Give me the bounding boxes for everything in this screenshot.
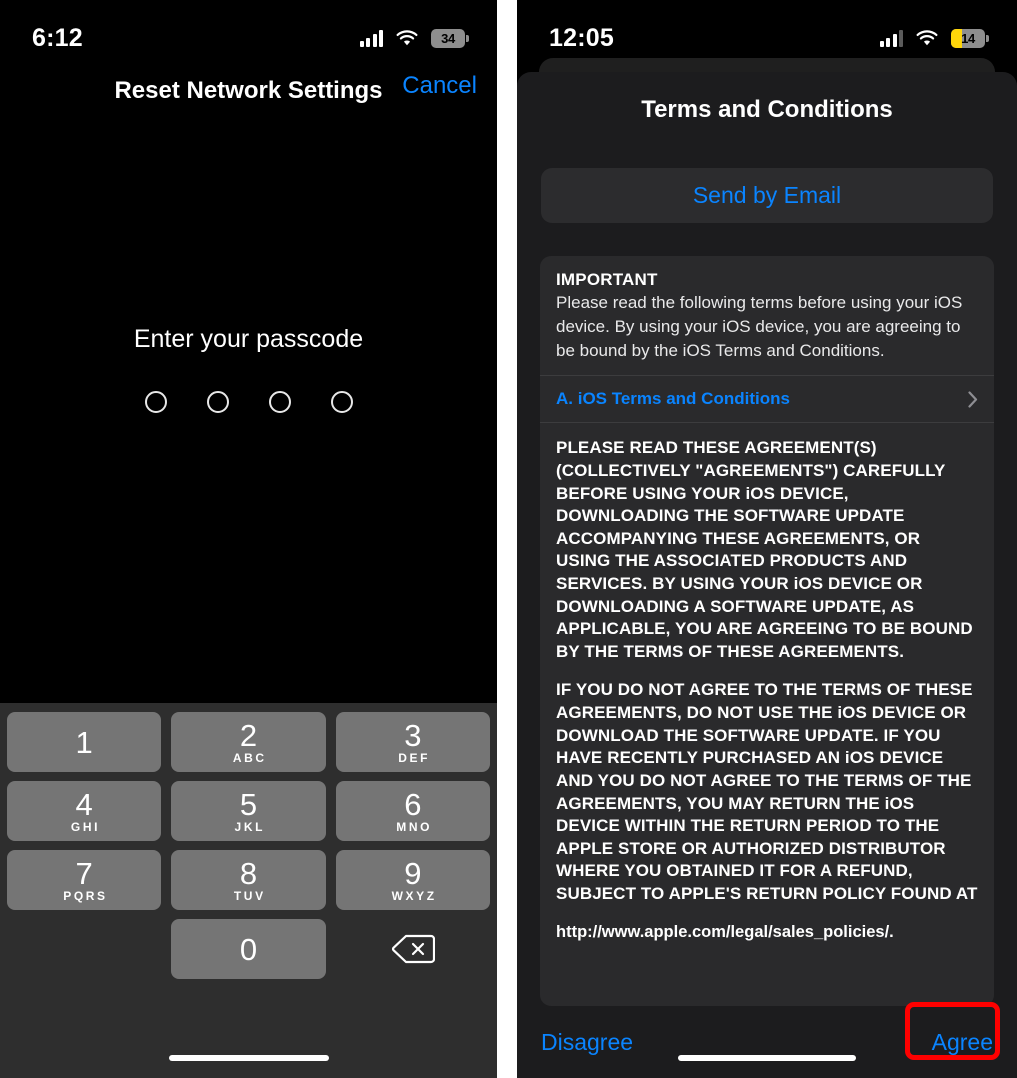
battery-level-label: 14 xyxy=(961,30,975,46)
right-status-bar: 12:05 14 xyxy=(517,0,1017,62)
key-letters: GHI xyxy=(70,820,101,834)
wifi-icon xyxy=(916,29,938,47)
sheet-title: Terms and Conditions xyxy=(641,96,893,123)
wifi-icon xyxy=(396,29,418,47)
key-number: 4 xyxy=(75,787,93,822)
send-by-email-button[interactable]: Send by Email xyxy=(541,168,993,223)
passcode-entry-area: Enter your passcode xyxy=(0,325,497,413)
keypad-key-8[interactable]: 8 TUV xyxy=(171,850,326,910)
legal-paragraph: IF YOU DO NOT AGREE TO THE TERMS OF THES… xyxy=(556,680,978,903)
keypad-key-3[interactable]: 3 DEF xyxy=(335,712,490,772)
passcode-dot xyxy=(330,391,353,413)
agree-button-wrapper: Agree xyxy=(904,1001,1000,1060)
numeric-keypad: 1 2 ABC 3 DEF 4 GHI 5 JKL 6 MNO 7 PQRS 8… xyxy=(0,703,497,1078)
key-number: 5 xyxy=(239,787,258,822)
agree-button[interactable]: Agree xyxy=(932,1029,993,1056)
key-letters: JKL xyxy=(234,820,266,834)
legal-url-text: http://www.apple.com/legal/sales_policie… xyxy=(556,922,894,941)
terms-content-card[interactable]: IMPORTANT Please read the following term… xyxy=(540,256,994,1006)
keypad-key-2[interactable]: 2 ABC xyxy=(171,712,326,772)
passcode-dots xyxy=(144,391,353,413)
key-letters: PQRS xyxy=(63,889,108,903)
left-status-bar: 6:12 34 xyxy=(0,0,497,62)
home-indicator xyxy=(678,1055,856,1061)
cancel-button[interactable]: Cancel xyxy=(402,72,477,100)
key-number: 0 xyxy=(239,931,258,967)
ios-terms-link-label: A. iOS Terms and Conditions xyxy=(556,389,790,409)
cellular-signal-icon xyxy=(879,29,903,47)
backspace-delete-icon[interactable] xyxy=(336,919,490,979)
keypad-key-1[interactable]: 1 xyxy=(7,712,162,772)
key-letters: MNO xyxy=(396,820,433,834)
keypad-row: 7 PQRS 8 TUV 9 WXYZ xyxy=(7,850,490,910)
keypad-key-5[interactable]: 5 JKL xyxy=(171,781,326,841)
battery-icon: 14 xyxy=(951,28,989,48)
keypad-row: 4 GHI 5 JKL 6 MNO xyxy=(7,781,490,841)
key-number: 3 xyxy=(404,718,422,753)
ios-terms-link-row[interactable]: A. iOS Terms and Conditions xyxy=(540,375,994,424)
important-heading: IMPORTANT xyxy=(556,270,658,289)
battery-level-label: 34 xyxy=(441,30,455,46)
cellular-signal-icon xyxy=(359,29,383,47)
status-bar-time: 6:12 xyxy=(32,23,83,52)
key-letters: WXYZ xyxy=(391,889,437,903)
keypad-key-6[interactable]: 6 MNO xyxy=(335,781,490,841)
home-indicator xyxy=(168,1055,329,1061)
key-letters: DEF xyxy=(398,751,431,765)
sheet-action-bar: Disagree Agree xyxy=(517,1001,1017,1078)
passcode-prompt-label: Enter your passcode xyxy=(133,325,364,353)
chevron-right-icon xyxy=(968,391,978,408)
keypad-row: 0 xyxy=(7,919,490,979)
key-number: 2 xyxy=(239,718,258,753)
keypad-key-7[interactable]: 7 PQRS xyxy=(7,850,162,910)
left-phone-passcode-screen: 6:12 34 Reset Network Settings Cancel En… xyxy=(0,0,497,1078)
key-number: 1 xyxy=(75,724,93,760)
keypad-key-4[interactable]: 4 GHI xyxy=(7,781,162,841)
keypad-row: 1 2 ABC 3 DEF xyxy=(7,712,490,772)
key-letters: ABC xyxy=(232,751,267,765)
battery-icon: 34 xyxy=(431,28,469,48)
status-bar-indicators: 14 xyxy=(879,28,989,48)
important-notice: IMPORTANT Please read the following term… xyxy=(540,256,994,375)
right-phone-terms-screen: 12:05 14 Terms and Conditions Send by Em… xyxy=(517,0,1017,1078)
key-number: 7 xyxy=(75,856,93,891)
status-bar-time: 12:05 xyxy=(549,23,614,52)
key-number: 9 xyxy=(404,856,422,891)
important-body-text: Please read the following terms before u… xyxy=(556,293,963,361)
key-number: 8 xyxy=(239,856,258,891)
status-bar-indicators: 34 xyxy=(359,28,469,48)
page-title: Reset Network Settings xyxy=(114,77,383,104)
passcode-dot xyxy=(144,391,167,413)
keypad-key-0[interactable]: 0 xyxy=(171,919,326,979)
keypad-key-9[interactable]: 9 WXYZ xyxy=(335,850,490,910)
disagree-button[interactable]: Disagree xyxy=(541,1029,633,1056)
legal-text-block: PLEASE READ THESE AGREEMENT(S) (COLLECTI… xyxy=(540,423,994,943)
terms-sheet: Terms and Conditions Send by Email IMPOR… xyxy=(517,72,1017,1078)
key-number: 6 xyxy=(404,787,422,822)
keypad-spacer xyxy=(7,919,161,979)
passcode-dot xyxy=(268,391,291,413)
passcode-dot xyxy=(206,391,229,413)
key-letters: TUV xyxy=(233,889,266,903)
legal-paragraph: PLEASE READ THESE AGREEMENT(S) (COLLECTI… xyxy=(556,438,973,661)
screenshot-stage: 6:12 34 Reset Network Settings Cancel En… xyxy=(0,0,1017,1078)
